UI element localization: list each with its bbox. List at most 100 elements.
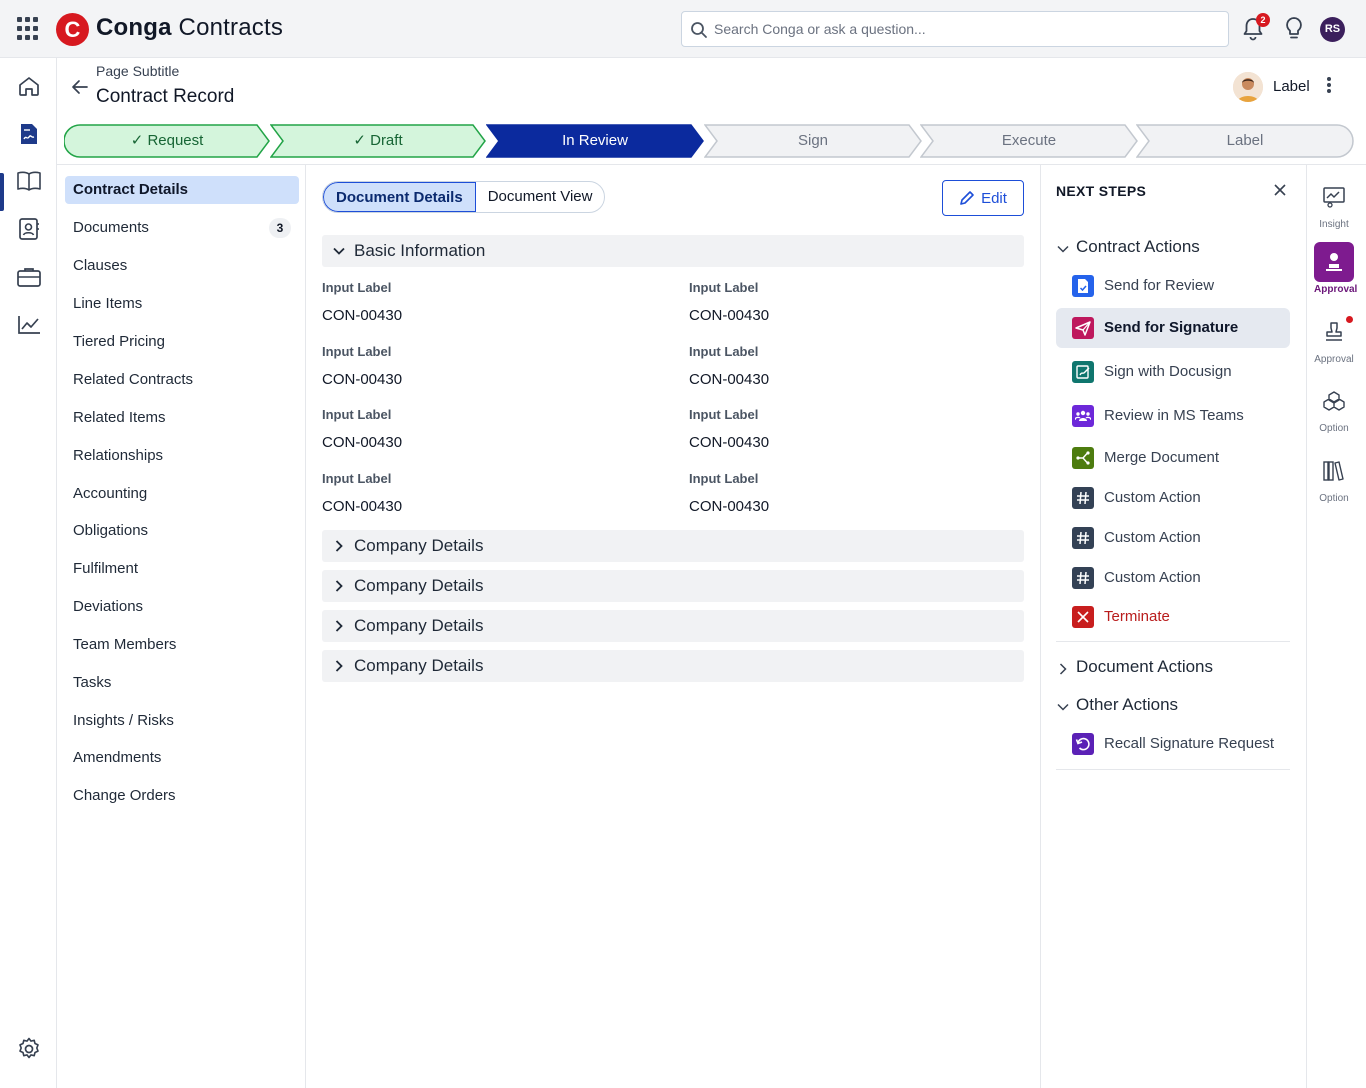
- stage-execute[interactable]: Execute: [920, 124, 1138, 158]
- nav-clauses[interactable]: Clauses: [65, 252, 299, 280]
- nav-contract-details[interactable]: Contract Details: [65, 176, 299, 204]
- teams-icon: [1072, 405, 1094, 427]
- nav-label: Documents: [73, 219, 149, 236]
- field-value: CON-00430: [322, 498, 403, 515]
- utility-approval-stamp[interactable]: Approval: [1314, 312, 1354, 365]
- action-custom-action[interactable]: Custom Action: [1056, 478, 1290, 518]
- utility-approval[interactable]: Approval: [1314, 242, 1358, 295]
- section-title: Company Details: [354, 656, 484, 675]
- nav-line-items[interactable]: Line Items: [65, 290, 299, 318]
- chevron-down-icon: [1057, 703, 1069, 711]
- chevron-down-icon: [333, 247, 345, 255]
- action-label: Sign with Docusign: [1104, 363, 1232, 380]
- group-contract-actions[interactable]: Contract Actions: [1056, 237, 1286, 259]
- tab-document-view[interactable]: Document View: [476, 182, 605, 212]
- field-label: Input Label: [322, 344, 392, 359]
- stage-label: Request: [147, 132, 204, 149]
- app-launcher-icon[interactable]: [17, 17, 41, 41]
- action-send-for-review[interactable]: Send for Review: [1056, 266, 1290, 306]
- edit-button[interactable]: Edit: [942, 180, 1024, 216]
- close-icon[interactable]: [1273, 183, 1287, 197]
- more-options-icon[interactable]: [1322, 75, 1336, 97]
- nav-team-members[interactable]: Team Members: [65, 631, 299, 659]
- action-label: Merge Document: [1104, 449, 1220, 466]
- action-review-in-ms-teams[interactable]: Review in MS Teams: [1056, 396, 1290, 436]
- back-arrow-icon[interactable]: [70, 77, 90, 97]
- section-company-details[interactable]: Company Details: [322, 650, 1024, 682]
- section-company-details[interactable]: Company Details: [322, 570, 1024, 602]
- field-value: CON-00430: [322, 371, 403, 388]
- nav-related-items[interactable]: Related Items: [65, 404, 299, 432]
- section-company-details[interactable]: Company Details: [322, 530, 1024, 562]
- nav-insights-risks[interactable]: Insights / Risks: [65, 707, 299, 735]
- edit-label: Edit: [981, 189, 1007, 207]
- chevron-right-icon: [335, 620, 343, 632]
- conga-logo-icon: C: [56, 13, 89, 46]
- view-tabs: Document Details Document View: [322, 181, 606, 213]
- nav-accounting[interactable]: Accounting: [65, 480, 299, 508]
- nav-deviations[interactable]: Deviations: [65, 593, 299, 621]
- utility-label: Approval: [1314, 284, 1358, 295]
- section-basic-information[interactable]: Basic Information: [322, 235, 1024, 267]
- stage-label: In Review: [562, 132, 628, 149]
- nav-documents[interactable]: Documents 3: [65, 214, 299, 242]
- utility-option-books[interactable]: Option: [1314, 451, 1354, 504]
- section-title: Company Details: [354, 536, 484, 555]
- stage-sign[interactable]: Sign: [704, 124, 922, 158]
- briefcase-icon[interactable]: [14, 262, 44, 292]
- merge-icon: [1072, 447, 1094, 469]
- check-icon: ✓: [353, 132, 366, 149]
- action-send-for-signature[interactable]: Send for Signature: [1056, 308, 1290, 348]
- tab-document-details[interactable]: Document Details: [323, 182, 476, 212]
- action-terminate[interactable]: Terminate: [1056, 597, 1290, 637]
- app-product: Contracts: [178, 14, 284, 41]
- utility-insight[interactable]: Insight: [1314, 177, 1354, 230]
- action-custom-action[interactable]: Custom Action: [1056, 518, 1290, 558]
- top-bar: C Conga Contracts 2 RS: [0, 0, 1366, 58]
- action-label: Custom Action: [1104, 569, 1201, 586]
- utility-label: Option: [1319, 493, 1349, 504]
- field-label: Input Label: [322, 280, 392, 295]
- record-owner-avatar[interactable]: [1233, 72, 1263, 102]
- page-title: Contract Record: [96, 86, 235, 107]
- nav-obligations[interactable]: Obligations: [65, 517, 299, 545]
- stage-request[interactable]: ✓ Request: [64, 124, 270, 158]
- group-other-actions[interactable]: Other Actions: [1056, 695, 1286, 717]
- home-icon[interactable]: [14, 71, 44, 101]
- group-document-actions[interactable]: Document Actions: [1056, 657, 1286, 679]
- chevron-right-icon: [1059, 663, 1067, 675]
- nav-change-orders[interactable]: Change Orders: [65, 782, 299, 810]
- utility-option[interactable]: Option: [1314, 381, 1354, 434]
- action-sign-with-docusign[interactable]: Sign with Docusign: [1056, 352, 1290, 392]
- nav-tiered-pricing[interactable]: Tiered Pricing: [65, 328, 299, 356]
- action-recall-signature-request[interactable]: Recall Signature Request: [1056, 724, 1290, 764]
- section-company-details[interactable]: Company Details: [322, 610, 1024, 642]
- user-avatar[interactable]: RS: [1320, 17, 1345, 42]
- paper-plane-icon: [1072, 317, 1094, 339]
- settings-gear-icon[interactable]: [14, 1034, 44, 1064]
- stage-in-review[interactable]: In Review: [486, 124, 704, 158]
- stage-draft[interactable]: ✓ Draft: [270, 124, 486, 158]
- hash-icon: [1072, 567, 1094, 589]
- stage-label-final[interactable]: Label: [1136, 124, 1354, 158]
- nav-amendments[interactable]: Amendments: [65, 744, 299, 772]
- action-custom-action[interactable]: Custom Action: [1056, 558, 1290, 598]
- app-title: Conga Contracts: [96, 14, 283, 42]
- nav-tasks[interactable]: Tasks: [65, 669, 299, 697]
- utility-label: Approval: [1314, 354, 1354, 365]
- action-label: Recall Signature Request: [1104, 735, 1275, 752]
- action-merge-document[interactable]: Merge Document: [1056, 438, 1290, 478]
- nav-fulfilment[interactable]: Fulfilment: [65, 555, 299, 583]
- search-input[interactable]: [714, 16, 1214, 42]
- field-value: CON-00430: [689, 498, 770, 515]
- contacts-icon[interactable]: [14, 214, 44, 244]
- analytics-chart-icon[interactable]: [14, 310, 44, 340]
- nav-related-contracts[interactable]: Related Contracts: [65, 366, 299, 394]
- field-label: Input Label: [322, 471, 392, 486]
- search-box[interactable]: [681, 11, 1229, 47]
- books-icon: [1314, 451, 1354, 491]
- lightbulb-icon[interactable]: [1283, 16, 1305, 42]
- nav-relationships[interactable]: Relationships: [65, 442, 299, 470]
- contract-document-icon[interactable]: [14, 119, 44, 149]
- book-icon[interactable]: [14, 166, 44, 196]
